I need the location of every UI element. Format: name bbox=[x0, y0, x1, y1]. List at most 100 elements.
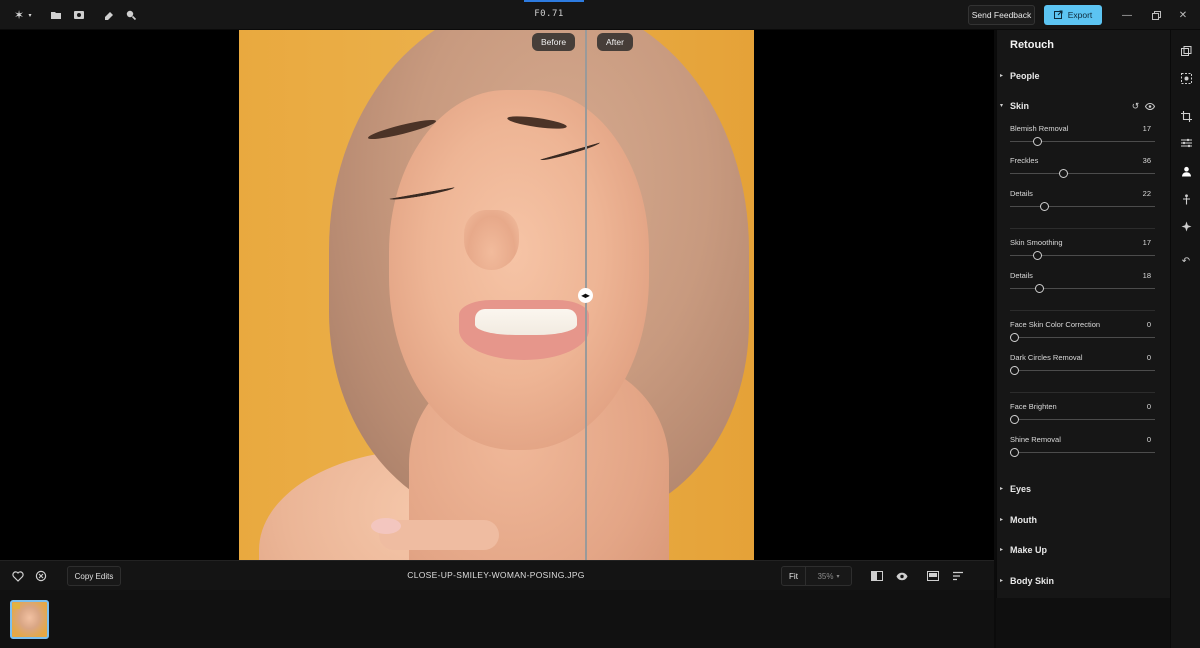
section-mouth[interactable]: ▸ Mouth bbox=[997, 511, 1171, 531]
after-label: After bbox=[597, 33, 633, 51]
retouch-panel: Retouch ▸ People ▾ Skin ↺ Blemish Remova… bbox=[996, 30, 1170, 598]
slider-track[interactable] bbox=[1010, 206, 1155, 207]
slider-handle[interactable] bbox=[1033, 137, 1043, 146]
slider-handle[interactable] bbox=[1040, 202, 1050, 211]
section-people[interactable]: ▸ People bbox=[997, 67, 1171, 87]
window-title: F0.71 bbox=[534, 9, 564, 19]
select-subject-icon[interactable] bbox=[1179, 71, 1193, 85]
minimize-icon[interactable]: — bbox=[1121, 9, 1133, 21]
slider-blemish-removal[interactable]: Blemish Removal 17 bbox=[1010, 124, 1155, 154]
reject-icon[interactable] bbox=[34, 569, 48, 583]
section-skin[interactable]: ▾ Skin ↺ bbox=[997, 97, 1171, 117]
photo-thumbnail[interactable] bbox=[10, 600, 49, 639]
slider-track[interactable] bbox=[1010, 255, 1155, 256]
zoom-control[interactable]: Fit 35% ▾ bbox=[781, 566, 852, 586]
chevron-down-icon: ▾ bbox=[1000, 103, 1004, 109]
copy-edits-button[interactable]: Copy Edits bbox=[67, 566, 121, 586]
layers-icon[interactable] bbox=[1179, 44, 1193, 58]
eye-icon[interactable] bbox=[1144, 101, 1155, 112]
body-reshape-icon[interactable] bbox=[1179, 192, 1193, 206]
filmstrip bbox=[0, 590, 994, 648]
slider-label: Details bbox=[1010, 189, 1033, 198]
photo-face bbox=[389, 90, 649, 450]
eye-icon[interactable] bbox=[895, 569, 909, 583]
chevron-right-icon: ▸ bbox=[1000, 486, 1004, 492]
image-canvas[interactable]: ◂▸ Before After bbox=[0, 30, 994, 560]
slider-shine-removal[interactable]: Shine Removal 0 bbox=[1010, 435, 1155, 465]
slider-details[interactable]: Details 18 bbox=[1010, 271, 1155, 301]
slider-face-brighten[interactable]: Face Brighten 0 bbox=[1010, 402, 1155, 432]
crop-icon[interactable] bbox=[1179, 109, 1193, 123]
chevron-right-icon: ▸ bbox=[1000, 578, 1004, 584]
reset-icon[interactable]: ↺ bbox=[1130, 101, 1141, 112]
panel-title: Retouch bbox=[1010, 39, 1054, 51]
fit-button[interactable]: Fit bbox=[782, 567, 806, 585]
file-name: CLOSE-UP-SMILEY-WOMAN-POSING.JPG bbox=[407, 570, 585, 580]
compare-handle-icon[interactable]: ◂▸ bbox=[578, 288, 593, 303]
slider-handle[interactable] bbox=[1010, 333, 1019, 342]
photo-teeth bbox=[475, 309, 577, 335]
slider-handle[interactable] bbox=[1059, 169, 1069, 178]
slider-track[interactable] bbox=[1010, 288, 1155, 289]
accent-indicator bbox=[524, 0, 584, 2]
section-eyes-label: Eyes bbox=[1010, 484, 1032, 494]
tool-rail: ↶ bbox=[1170, 30, 1200, 648]
slider-skin-smoothing[interactable]: Skin Smoothing 17 bbox=[1010, 238, 1155, 268]
slider-dark-circles-removal[interactable]: Dark Circles Removal 0 bbox=[1010, 353, 1155, 383]
slider-freckles[interactable]: Freckles 36 bbox=[1010, 156, 1155, 186]
section-people-label: People bbox=[1010, 71, 1040, 81]
adjust-sliders-icon[interactable] bbox=[1179, 136, 1193, 150]
slider-track[interactable] bbox=[1010, 141, 1155, 142]
split-view-icon[interactable] bbox=[870, 569, 884, 583]
heart-icon[interactable] bbox=[11, 569, 25, 583]
slider-label: Skin Smoothing bbox=[1010, 238, 1063, 247]
slider-track[interactable] bbox=[1010, 419, 1155, 420]
slider-label: Freckles bbox=[1010, 156, 1039, 165]
history-undo-icon[interactable]: ↶ bbox=[1179, 254, 1193, 268]
slider-label: Details bbox=[1010, 271, 1033, 280]
retouch-person-icon[interactable] bbox=[1179, 164, 1193, 178]
edited-badge-icon bbox=[13, 603, 20, 609]
ai-sparkle-icon[interactable] bbox=[1179, 219, 1193, 233]
panel-footer bbox=[996, 598, 1170, 648]
slider-face-skin-color-correction[interactable]: Face Skin Color Correction 0 bbox=[1010, 320, 1155, 350]
send-feedback-button[interactable]: Send Feedback bbox=[968, 5, 1035, 25]
slider-value: 17 bbox=[1142, 124, 1151, 133]
title-bar: ✶ ▾ F0.71 Send Feedback Export — ✕ bbox=[0, 0, 1200, 30]
slider-details[interactable]: Details 22 bbox=[1010, 189, 1155, 219]
divider bbox=[1010, 228, 1155, 229]
section-mouth-label: Mouth bbox=[1010, 515, 1037, 525]
slider-handle[interactable] bbox=[1033, 251, 1043, 260]
chevron-down-icon: ▾ bbox=[836, 573, 840, 580]
section-eyes[interactable]: ▸ Eyes bbox=[997, 480, 1171, 500]
export-button[interactable]: Export bbox=[1044, 5, 1102, 25]
close-icon[interactable]: ✕ bbox=[1177, 9, 1189, 21]
section-body-skin-label: Body Skin bbox=[1010, 576, 1055, 586]
divider bbox=[1010, 392, 1155, 393]
slider-label: Blemish Removal bbox=[1010, 124, 1069, 133]
sort-icon[interactable] bbox=[951, 569, 965, 583]
chevron-right-icon: ▸ bbox=[1000, 73, 1004, 79]
filmstrip-toggle-icon[interactable] bbox=[926, 569, 940, 583]
photo-preview[interactable] bbox=[239, 30, 754, 560]
chevron-right-icon: ▸ bbox=[1000, 517, 1004, 523]
section-makeup[interactable]: ▸ Make Up bbox=[997, 541, 1171, 561]
slider-handle[interactable] bbox=[1010, 415, 1019, 424]
slider-label: Face Brighten bbox=[1010, 402, 1057, 411]
zoom-dropdown[interactable]: 35% ▾ bbox=[806, 567, 851, 585]
slider-handle[interactable] bbox=[1010, 366, 1019, 375]
slider-track[interactable] bbox=[1010, 337, 1155, 338]
slider-handle[interactable] bbox=[1034, 284, 1044, 293]
slider-handle[interactable] bbox=[1010, 448, 1019, 457]
restore-icon[interactable] bbox=[1150, 9, 1162, 21]
slider-value: 0 bbox=[1146, 402, 1151, 411]
slider-track[interactable] bbox=[1010, 370, 1155, 371]
slider-track[interactable] bbox=[1010, 452, 1155, 453]
export-label: Export bbox=[1067, 10, 1093, 20]
slider-label: Shine Removal bbox=[1010, 435, 1061, 444]
slider-value: 0 bbox=[1146, 320, 1151, 329]
export-icon bbox=[1053, 10, 1063, 21]
slider-value: 0 bbox=[1146, 435, 1151, 444]
slider-track[interactable] bbox=[1010, 173, 1155, 174]
section-body-skin[interactable]: ▸ Body Skin bbox=[997, 572, 1171, 592]
